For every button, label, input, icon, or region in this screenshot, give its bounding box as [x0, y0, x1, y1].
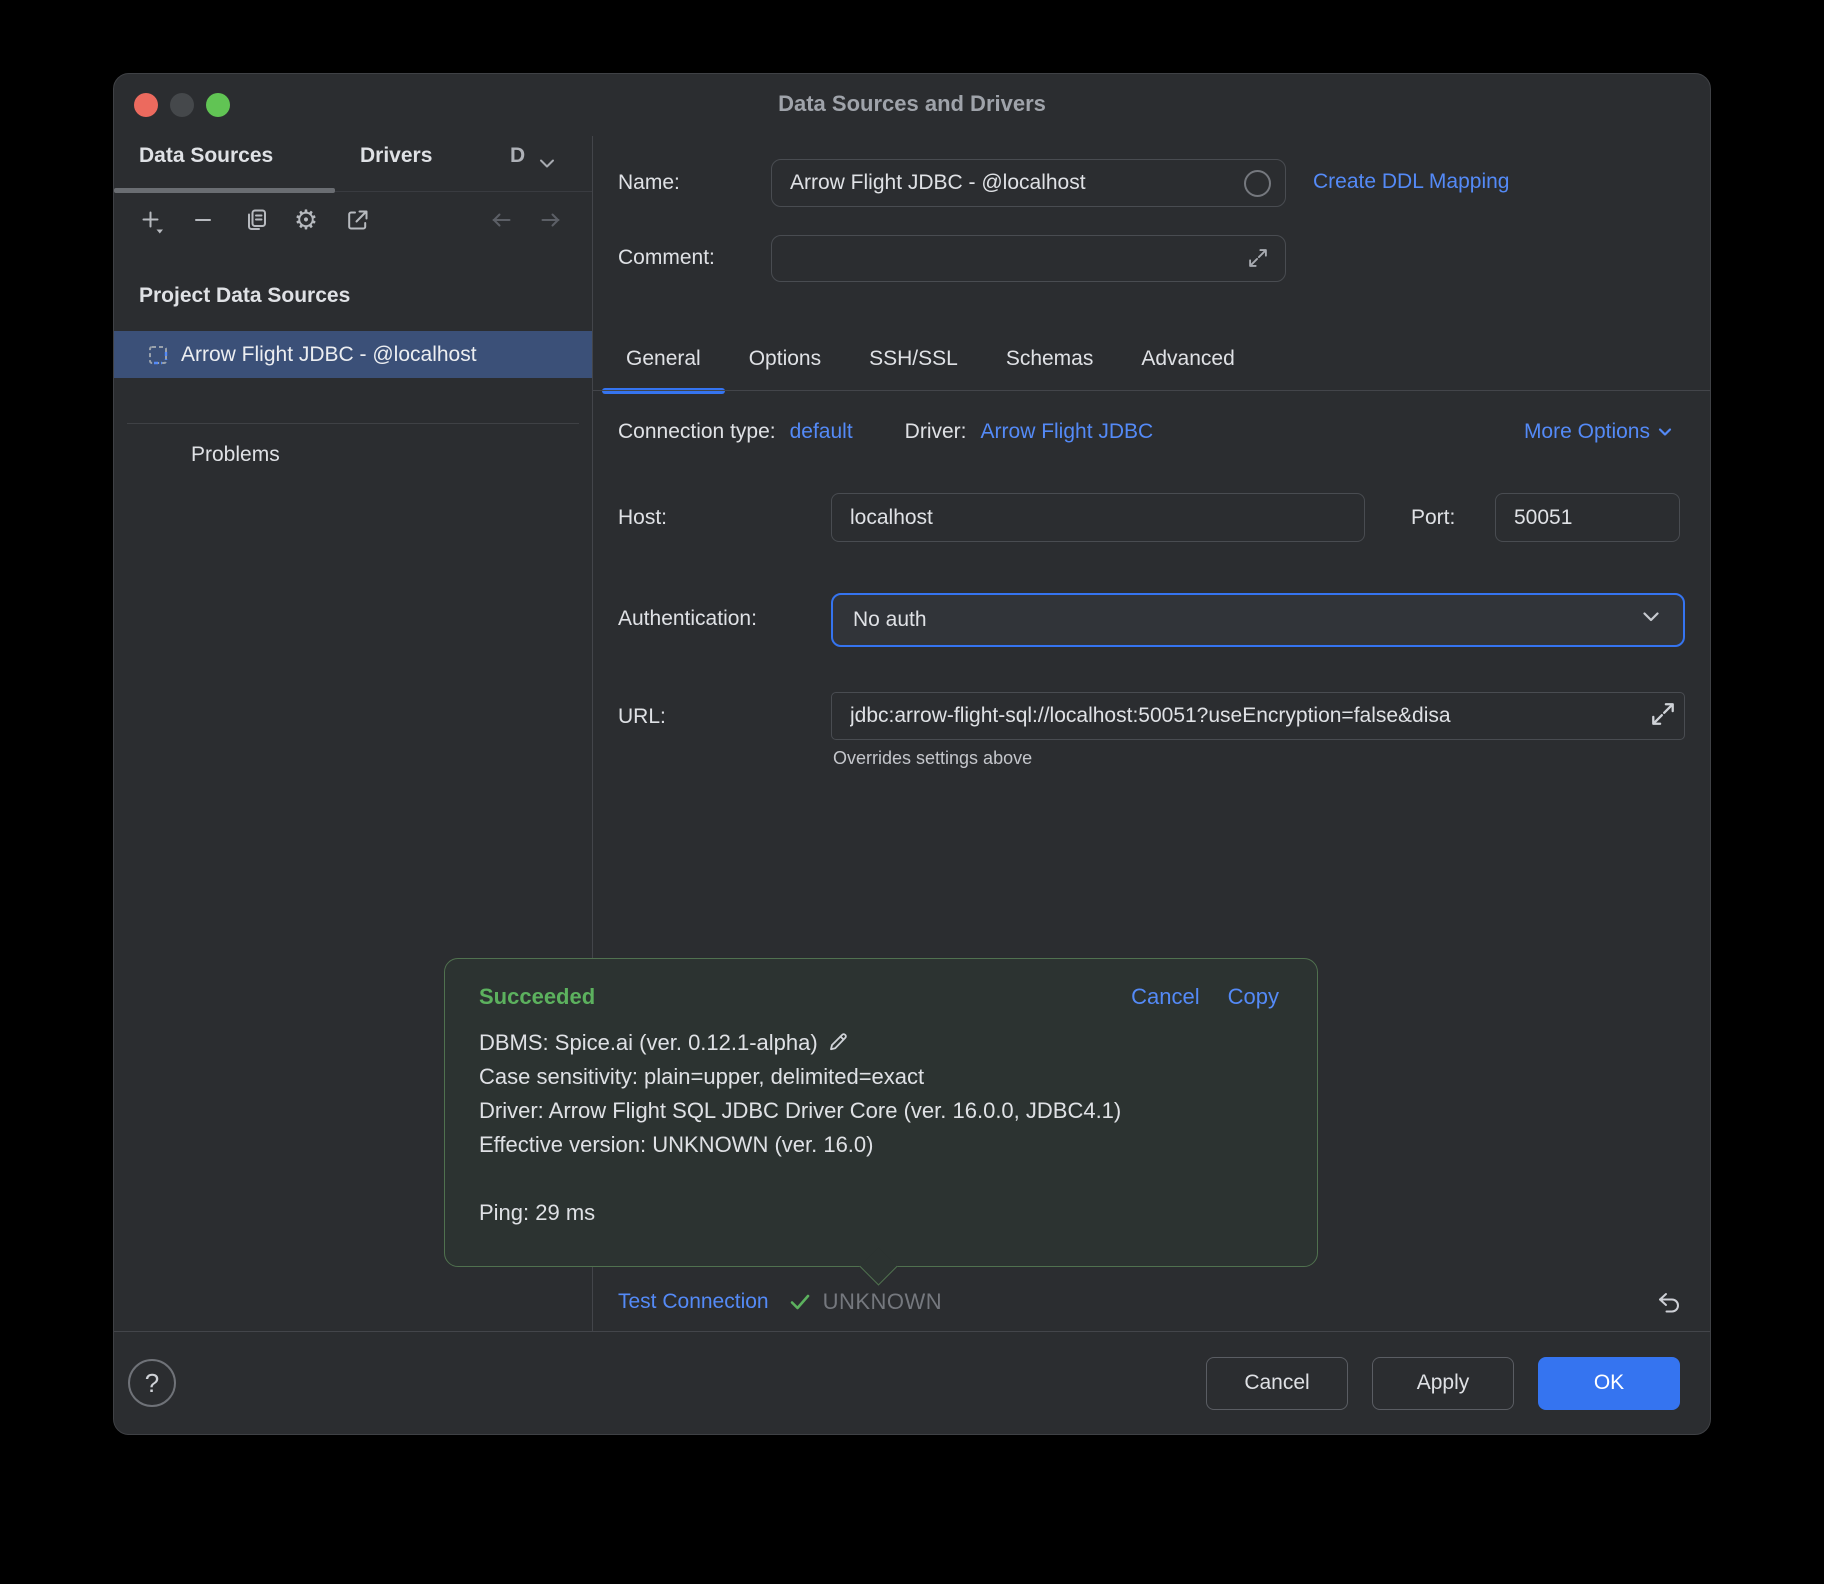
chevron-down-icon: [1639, 605, 1663, 635]
driver-label: Driver:: [905, 420, 967, 444]
test-connection-popup: Succeeded Cancel Copy DBMS: Spice.ai (ve…: [444, 958, 1318, 1267]
window-title: Data Sources and Drivers: [114, 91, 1710, 117]
help-button[interactable]: ?: [128, 1359, 176, 1407]
popup-case-line: Case sensitivity: plain=upper, delimited…: [479, 1060, 1279, 1094]
connection-type-row: Connection type: default Driver: Arrow F…: [618, 412, 1674, 452]
add-icon[interactable]: [137, 206, 165, 234]
data-source-name: Arrow Flight JDBC - @localhost: [181, 343, 477, 367]
edit-pencil-icon[interactable]: [826, 1030, 850, 1054]
popup-dbms-line: DBMS: Spice.ai (ver. 0.12.1-alpha): [479, 1026, 1279, 1060]
tab-ddl-truncated[interactable]: D: [510, 144, 525, 168]
success-check-icon: [787, 1289, 813, 1315]
name-label: Name:: [618, 171, 680, 195]
tab-data-sources[interactable]: Data Sources: [139, 144, 273, 168]
sidebar-tab-bar: Data Sources Drivers D: [114, 136, 592, 192]
tab-advanced[interactable]: Advanced: [1117, 326, 1258, 391]
popup-driver-line: Driver: Arrow Flight SQL JDBC Driver Cor…: [479, 1094, 1279, 1128]
tab-schemas[interactable]: Schemas: [982, 326, 1118, 391]
host-input[interactable]: [831, 493, 1365, 542]
back-arrow-icon: [487, 206, 515, 234]
chevron-down-icon[interactable]: [535, 151, 559, 175]
more-options-link[interactable]: More Options: [1524, 420, 1674, 444]
authentication-value: No auth: [853, 608, 927, 632]
url-hint: Overrides settings above: [833, 748, 1032, 769]
popup-copy-link[interactable]: Copy: [1228, 984, 1279, 1010]
screen: Data Sources and Drivers Data Sources Dr…: [0, 0, 1824, 1584]
url-label: URL:: [618, 705, 666, 729]
test-connection-row: Test Connection UNKNOWN: [593, 1272, 1710, 1331]
connection-result: UNKNOWN: [823, 1289, 943, 1315]
url-input[interactable]: [831, 692, 1685, 740]
apply-button[interactable]: Apply: [1372, 1357, 1514, 1410]
tab-drivers[interactable]: Drivers: [360, 144, 432, 168]
name-color-ring-icon[interactable]: [1244, 170, 1271, 197]
undo-icon[interactable]: [1654, 1287, 1684, 1317]
expand-comment-icon[interactable]: [1245, 245, 1271, 271]
popup-cancel-link[interactable]: Cancel: [1131, 984, 1199, 1010]
open-in-window-icon[interactable]: [344, 206, 372, 234]
chevron-down-icon: [1656, 423, 1674, 441]
ok-button[interactable]: OK: [1538, 1357, 1680, 1410]
data-source-list-item-selected[interactable]: Arrow Flight JDBC - @localhost: [114, 331, 592, 378]
port-label: Port:: [1411, 506, 1455, 530]
driver-value-link[interactable]: Arrow Flight JDBC: [981, 420, 1154, 444]
tab-general[interactable]: General: [602, 326, 725, 391]
tab-bar-divider: [593, 390, 1710, 391]
data-source-icon: [147, 344, 169, 366]
cancel-button[interactable]: Cancel: [1206, 1357, 1348, 1410]
host-label: Host:: [618, 506, 667, 530]
tab-ssh-ssl[interactable]: SSH/SSL: [845, 326, 982, 391]
popup-ping: Ping: 29 ms: [479, 1196, 1279, 1230]
sidebar-toolbar: ⚙: [114, 192, 592, 248]
project-data-sources-header: Project Data Sources: [139, 284, 350, 308]
forward-arrow-icon: [537, 206, 565, 234]
connection-type-value-link[interactable]: default: [790, 420, 853, 444]
comment-label: Comment:: [618, 246, 715, 270]
authentication-label: Authentication:: [618, 607, 757, 631]
popup-version-line: Effective version: UNKNOWN (ver. 16.0): [479, 1128, 1279, 1162]
create-ddl-mapping-link[interactable]: Create DDL Mapping: [1313, 170, 1510, 194]
remove-icon[interactable]: [189, 206, 217, 234]
name-input[interactable]: [771, 159, 1286, 207]
tab-options[interactable]: Options: [725, 326, 845, 391]
test-connection-link[interactable]: Test Connection: [618, 1290, 769, 1314]
sidebar-divider: [127, 423, 579, 424]
sidebar-item-problems[interactable]: Problems: [191, 443, 280, 467]
duplicate-icon[interactable]: [242, 206, 270, 234]
titlebar: Data Sources and Drivers: [114, 74, 1710, 136]
comment-input[interactable]: [771, 235, 1286, 282]
authentication-select[interactable]: No auth: [831, 593, 1685, 647]
gear-icon[interactable]: ⚙: [292, 206, 320, 234]
data-sources-dialog: Data Sources and Drivers Data Sources Dr…: [113, 73, 1711, 1435]
port-input[interactable]: [1495, 493, 1680, 542]
expand-url-icon[interactable]: [1647, 698, 1679, 730]
dialog-footer: ? Cancel Apply OK: [114, 1331, 1710, 1434]
popup-status: Succeeded: [479, 984, 595, 1010]
connection-type-label: Connection type:: [618, 420, 776, 444]
settings-tab-bar: General Options SSH/SSL Schemas Advanced: [602, 326, 1710, 391]
